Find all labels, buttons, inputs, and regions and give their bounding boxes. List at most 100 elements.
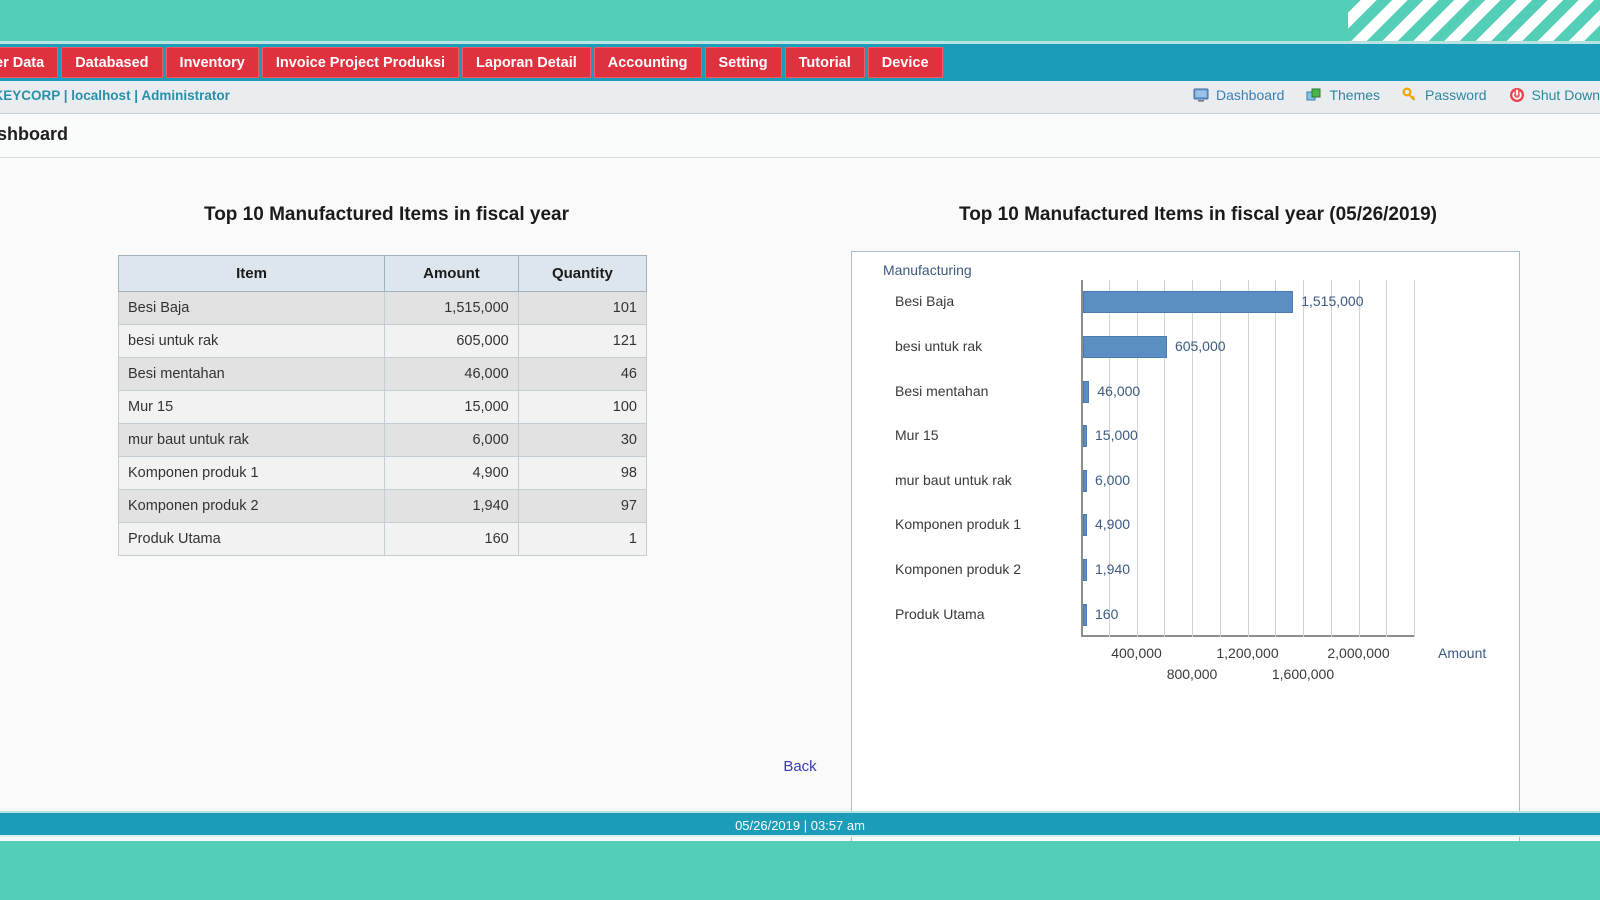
chart-bar[interactable] [1083, 514, 1087, 537]
nav-tab-tutorial[interactable]: Tutorial [784, 47, 865, 78]
userbar-link-dashboard[interactable]: Dashboard [1193, 87, 1284, 103]
table-row[interactable]: Komponen produk 1 4,900 98 [117, 456, 648, 490]
nav-tab-accounting[interactable]: Accounting [593, 47, 702, 78]
cell-quantity: 1 [517, 522, 648, 556]
column-header-item[interactable]: Item [117, 255, 386, 292]
user-identity-text: ...OCKEYCORP | localhost | Administrator [0, 88, 230, 103]
cell-quantity: 101 [517, 291, 648, 325]
chart-category-label: Mur 15 [895, 427, 939, 444]
chart-bar[interactable] [1083, 380, 1090, 403]
chart-x-tick-label: 800,000 [1166, 666, 1218, 682]
chart-bar[interactable] [1083, 559, 1087, 582]
app-window: Master DataDatabasedInventoryInvoice Pro… [0, 0, 1600, 900]
nav-tab-list: Master DataDatabasedInventoryInvoice Pro… [0, 47, 946, 78]
chart-x-tick-label: 400,000 [1111, 645, 1162, 661]
cell-quantity: 46 [517, 357, 648, 391]
cell-quantity: 98 [517, 456, 648, 490]
chart-gridline [1164, 280, 1166, 637]
manufactured-items-table: Item Amount Quantity Besi Baja 1,515,000 1… [117, 255, 648, 556]
chart-category-label: Komponen produk 1 [895, 516, 1022, 533]
chart-gridline [1275, 280, 1277, 637]
cell-item: Besi Baja [117, 291, 386, 325]
cell-quantity: 30 [517, 423, 648, 457]
user-action-links: Dashboard Themes Password Shut Down [1171, 87, 1600, 103]
cell-item: Mur 15 [117, 390, 386, 424]
right-panel-title: Top 10 Manufactured Items in fiscal year… [959, 204, 1438, 225]
chart-category-label: Komponen produk 2 [895, 561, 1022, 578]
table-body: Besi Baja 1,515,000 101 besi untuk rak 605,0… [117, 291, 648, 556]
chart-gridline [1247, 280, 1249, 637]
table-row[interactable]: Besi mentahan 46,000 46 [117, 357, 648, 391]
cell-amount: 4,900 [384, 456, 519, 490]
chart-y-axis [1081, 280, 1083, 637]
table-row[interactable]: Komponen produk 2 1,940 97 [117, 489, 648, 523]
nav-tab-invoice-project-produksi[interactable]: Invoice Project Produksi [261, 47, 460, 78]
userbar-link-label: Password [1425, 87, 1487, 103]
chart-bar[interactable] [1083, 291, 1294, 314]
table-row[interactable]: Mur 15 15,000 100 [117, 390, 648, 424]
key-icon [1402, 87, 1418, 103]
chart-bar-value: 4,900 [1095, 516, 1131, 533]
themes-icon [1306, 87, 1322, 103]
userbar-link-shut-down[interactable]: Shut Down [1509, 87, 1600, 103]
chart-bar-value: 15,000 [1095, 427, 1138, 444]
nav-tab-databased[interactable]: Databased [61, 47, 163, 78]
chart-gridline [1386, 280, 1388, 637]
chart-category-label: besi untuk rak [895, 337, 983, 354]
chart-bar-value: 160 [1095, 605, 1119, 622]
nav-tab-laporan-detail[interactable]: Laporan Detail [462, 47, 591, 78]
chart-bar[interactable] [1083, 335, 1167, 358]
table-row[interactable]: besi untuk rak 605,000 121 [117, 324, 648, 358]
column-header-quantity[interactable]: Quantity [517, 255, 648, 292]
chart-gridline [1192, 280, 1193, 637]
page-title-bar: Dashboard [0, 114, 1600, 158]
chart-bar[interactable] [1083, 603, 1087, 626]
table-row[interactable]: mur baut untuk rak 6,000 30 [117, 423, 648, 457]
back-link[interactable]: Back [0, 758, 1600, 775]
monitor-icon [1193, 87, 1209, 103]
manufacturing-bar-chart: Manufacturing 1,515,000 Besi Baja 605,000 b… [851, 251, 1520, 876]
chart-category-label: mur baut untuk rak [895, 471, 1012, 488]
left-panel-title: Top 10 Manufactured Items in fiscal year [204, 204, 569, 225]
diagonal-stripe-pattern [1348, 0, 1600, 41]
chart-gridline [1108, 280, 1110, 637]
userbar-link-label: Shut Down [1531, 87, 1600, 103]
chart-bar[interactable] [1083, 469, 1087, 492]
nav-tab-device[interactable]: Device [867, 47, 943, 78]
chart-x-tick-label: 1,600,000 [1271, 666, 1335, 682]
chart-bar[interactable] [1083, 425, 1087, 448]
cell-amount: 605,000 [384, 324, 519, 358]
top-decor-band [0, 0, 1600, 44]
chart-bar-value: 605,000 [1174, 337, 1226, 354]
cell-quantity: 121 [517, 324, 648, 358]
cell-item: besi untuk rak [117, 324, 386, 358]
userbar-link-password[interactable]: Password [1402, 87, 1487, 103]
main-content: Top 10 Manufactured Items in fiscal year… [0, 158, 1600, 876]
chart-legend-label: Manufacturing [883, 262, 972, 278]
chart-x-tick-label: 2,000,000 [1327, 645, 1390, 661]
chart-category-label: Besi Baja [895, 293, 955, 310]
cell-item: Besi mentahan [117, 357, 386, 391]
cell-amount: 1,515,000 [384, 291, 519, 325]
table-header-row: Item Amount Quantity [117, 255, 648, 292]
user-info-bar: ...OCKEYCORP | localhost | Administrator… [0, 81, 1600, 114]
cell-item: Komponen produk 2 [117, 489, 386, 523]
chart-bar-value: 1,515,000 [1301, 293, 1364, 310]
nav-tab-master-data[interactable]: Master Data [0, 47, 59, 78]
chart-plot-area: 1,515,000 Besi Baja 605,000 besi untuk rak 4… [895, 280, 1486, 682]
chart-bar-value: 46,000 [1097, 382, 1141, 399]
nav-tab-setting[interactable]: Setting [704, 47, 782, 78]
cell-amount: 6,000 [384, 423, 519, 457]
userbar-link-label: Themes [1329, 87, 1381, 103]
page-title: Dashboard [0, 124, 69, 144]
table-row[interactable]: Produk Utama 160 1 [117, 522, 648, 556]
table-row[interactable]: Besi Baja 1,515,000 101 [117, 291, 648, 325]
chart-gridline [1358, 280, 1360, 637]
nav-tab-inventory[interactable]: Inventory [165, 47, 259, 78]
footer-status-bar: 05/26/2019 | 03:57 am [0, 811, 1600, 837]
userbar-link-themes[interactable]: Themes [1306, 87, 1380, 103]
chart-gridline [1219, 280, 1221, 637]
chart-x-tick-label: 1,200,000 [1216, 645, 1279, 661]
main-navbar: Master DataDatabasedInventoryInvoice Pro… [0, 44, 1600, 81]
column-header-amount[interactable]: Amount [384, 255, 519, 292]
